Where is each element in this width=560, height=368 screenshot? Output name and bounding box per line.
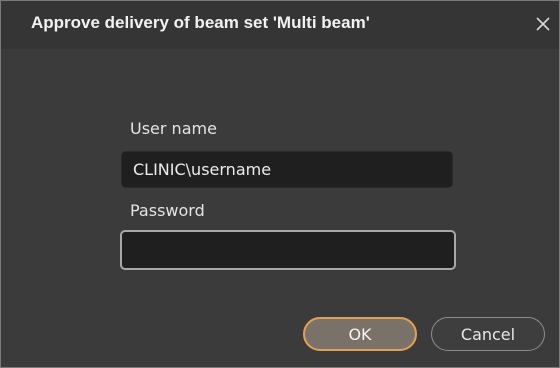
approve-delivery-dialog: Approve delivery of beam set 'Multi beam… [0, 0, 560, 368]
password-label: Password [130, 201, 205, 220]
password-field[interactable] [120, 230, 456, 270]
ok-button[interactable]: OK [303, 317, 417, 351]
dialog-titlebar: Approve delivery of beam set 'Multi beam… [1, 1, 559, 49]
close-icon [536, 17, 550, 31]
username-field[interactable] [121, 151, 453, 188]
cancel-button[interactable]: Cancel [431, 317, 545, 351]
close-button[interactable] [529, 10, 557, 38]
dialog-title: Approve delivery of beam set 'Multi beam… [31, 13, 370, 32]
username-label: User name [130, 119, 217, 138]
